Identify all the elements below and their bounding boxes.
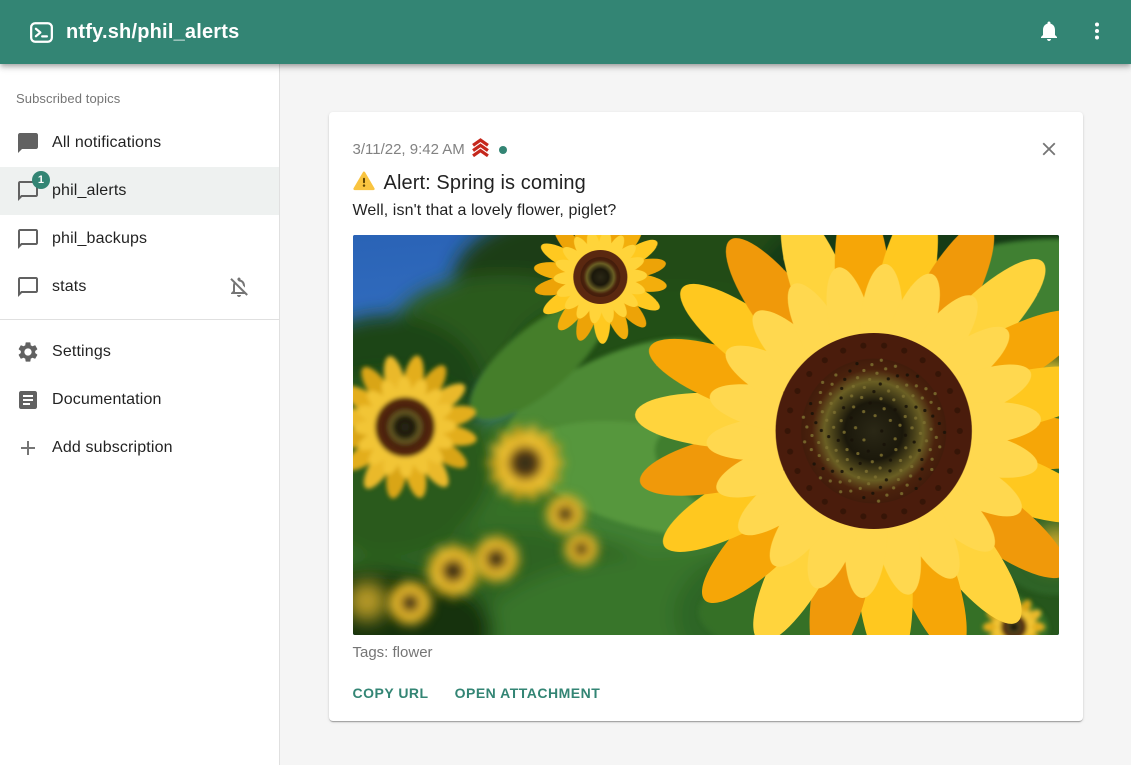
close-icon	[1038, 138, 1060, 163]
sidebar-item-all-notifications[interactable]: All notifications	[0, 119, 279, 167]
notification-body: Well, isn't that a lovely flower, piglet…	[353, 202, 1059, 220]
warning-triangle-icon	[353, 170, 375, 197]
notification-tags: Tags: flower	[353, 644, 1059, 661]
sidebar-item-settings[interactable]: Settings	[0, 328, 279, 376]
sidebar-item-phil-backups[interactable]: phil_backups	[0, 215, 279, 263]
sidebar: Subscribed topics All notifications 1 ph…	[0, 64, 280, 765]
attachment-image[interactable]	[353, 235, 1059, 635]
unread-count-badge: 1	[32, 171, 50, 189]
priority-high-chevrons-icon	[470, 137, 491, 162]
notification-card: 3/11/22, 9:42 AM	[329, 112, 1083, 721]
close-notification-button[interactable]	[1028, 129, 1070, 171]
sidebar-item-label: Add subscription	[52, 439, 173, 457]
document-icon	[16, 388, 40, 412]
notifications-off-icon	[227, 275, 251, 299]
chat-bubble-filled-icon	[16, 131, 40, 155]
sidebar-item-label: All notifications	[52, 134, 161, 152]
sidebar-item-label: phil_alerts	[52, 182, 127, 200]
sidebar-divider	[0, 319, 279, 320]
sidebar-item-label: phil_backups	[52, 230, 147, 248]
sidebar-item-stats[interactable]: stats	[0, 263, 279, 311]
sidebar-item-phil-alerts[interactable]: 1 phil_alerts	[0, 167, 279, 215]
plus-icon	[16, 436, 40, 460]
overflow-menu-button[interactable]	[1073, 8, 1121, 56]
copy-url-button[interactable]: COPY URL	[345, 675, 437, 711]
sidebar-item-add-subscription[interactable]: Add subscription	[0, 424, 279, 472]
main-content: 3/11/22, 9:42 AM	[280, 64, 1131, 765]
notification-actions: COPY URL OPEN ATTACHMENT	[345, 675, 1059, 711]
notification-title: Alert: Spring is coming	[384, 172, 586, 195]
unread-dot	[499, 146, 507, 154]
chat-bubble-outline-icon	[16, 275, 40, 299]
notifications-bell-icon	[1037, 19, 1061, 46]
sidebar-item-documentation[interactable]: Documentation	[0, 376, 279, 424]
sidebar-item-label: stats	[52, 278, 87, 296]
notification-title-row: Alert: Spring is coming	[353, 170, 1059, 197]
open-attachment-button[interactable]: OPEN ATTACHMENT	[447, 675, 609, 711]
app-bar: ntfy.sh/phil_alerts	[0, 0, 1131, 64]
notification-meta: 3/11/22, 9:42 AM	[353, 137, 1059, 162]
app-bar-title: ntfy.sh/phil_alerts	[66, 21, 239, 44]
subscribed-topics-subheader: Subscribed topics	[0, 64, 279, 119]
notification-timestamp: 3/11/22, 9:42 AM	[353, 141, 465, 158]
chat-bubble-outline-icon: 1	[16, 179, 40, 203]
sidebar-item-label: Settings	[52, 343, 111, 361]
sidebar-item-label: Documentation	[52, 391, 162, 409]
notifications-bell-button[interactable]	[1025, 8, 1073, 56]
settings-gear-icon	[16, 340, 40, 364]
terminal-logo-icon	[28, 19, 55, 46]
chat-bubble-outline-icon	[16, 227, 40, 251]
more-vert-icon	[1085, 19, 1109, 46]
